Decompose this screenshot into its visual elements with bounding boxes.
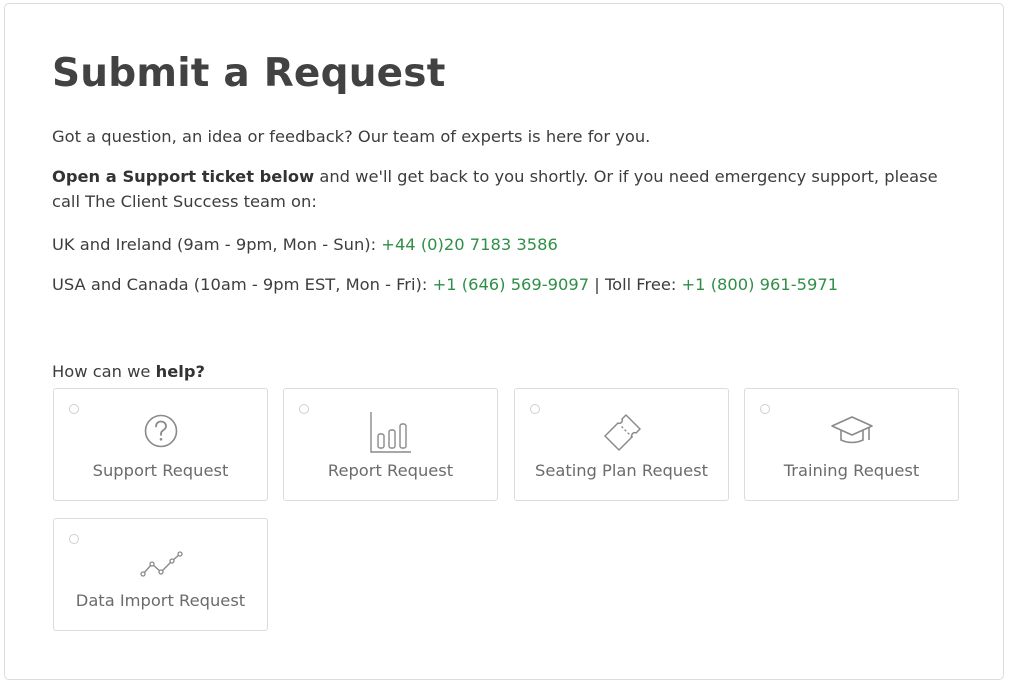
seating-plan-request-option[interactable]: Seating Plan Request	[514, 388, 729, 501]
toll-free-label: | Toll Free:	[594, 275, 677, 294]
report-request-option[interactable]: Report Request	[283, 388, 498, 501]
training-request-radio[interactable]	[760, 404, 770, 414]
report-request-label: Report Request	[327, 461, 454, 480]
question-circle-icon	[144, 414, 177, 448]
uk-phone-link[interactable]: +44 (0)20 7183 3586	[381, 235, 558, 254]
help-heading-bold: help?	[155, 362, 205, 381]
support-request-option[interactable]: Support Request	[53, 388, 268, 501]
support-request-radio[interactable]	[69, 404, 79, 414]
support-bold-text: Open a Support ticket below	[52, 167, 315, 186]
toll-free-phone-link[interactable]: +1 (800) 961-5971	[682, 275, 839, 294]
graduation-cap-icon	[830, 416, 873, 444]
usa-contact-line: USA and Canada (10am - 9pm EST, Mon - Fr…	[52, 272, 962, 297]
help-heading-prefix: How can we	[52, 362, 151, 381]
training-request-option[interactable]: Training Request	[744, 388, 959, 501]
seating-plan-request-radio[interactable]	[530, 404, 540, 414]
seating-plan-request-label: Seating Plan Request	[534, 461, 708, 480]
request-panel: Submit a Request Got a question, an idea…	[4, 3, 1004, 680]
intro-text: Got a question, an idea or feedback? Our…	[52, 127, 651, 146]
data-import-request-option[interactable]: Data Import Request	[53, 518, 268, 631]
help-heading: How can we help?	[52, 359, 962, 384]
usa-contact-label: USA and Canada (10am - 9pm EST, Mon - Fr…	[52, 275, 428, 294]
line-chart-icon	[139, 551, 183, 577]
training-request-label: Training Request	[783, 461, 920, 480]
data-import-request-radio[interactable]	[69, 534, 79, 544]
bar-chart-icon	[369, 412, 411, 453]
support-request-label: Support Request	[92, 461, 229, 480]
page-title: Submit a Request	[52, 51, 446, 96]
report-request-radio[interactable]	[299, 404, 309, 414]
uk-contact-label: UK and Ireland (9am - 9pm, Mon - Sun):	[52, 235, 377, 254]
uk-contact-line: UK and Ireland (9am - 9pm, Mon - Sun): +…	[52, 232, 962, 257]
data-import-request-label: Data Import Request	[75, 591, 246, 610]
ticket-icon	[603, 414, 641, 451]
usa-phone-link[interactable]: +1 (646) 569-9097	[433, 275, 590, 294]
support-paragraph: Open a Support ticket below and we'll ge…	[52, 164, 962, 214]
